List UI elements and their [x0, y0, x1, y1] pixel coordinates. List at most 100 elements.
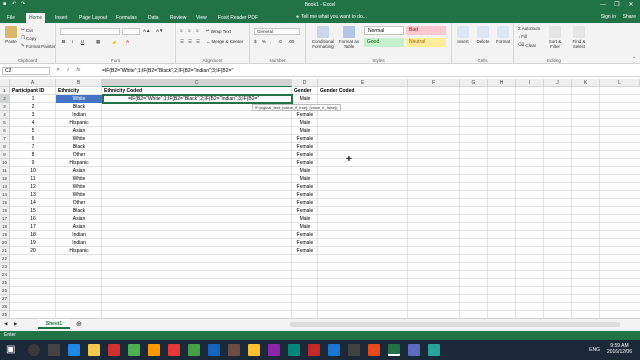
participant-id-cell[interactable]: 17 [10, 223, 56, 231]
tab-review[interactable]: Review [167, 13, 189, 23]
gender-cell[interactable]: Female [292, 111, 318, 119]
header-participant-id[interactable]: Participant ID [10, 87, 56, 95]
participant-id-cell[interactable]: 4 [10, 119, 56, 127]
ethnicity-cell[interactable]: Asian [56, 127, 102, 135]
row-header[interactable]: 15 [0, 199, 10, 207]
participant-id-cell[interactable]: 20 [10, 247, 56, 255]
formula-input[interactable]: =IF(B2="White";1;IF(B2="Black";2;IF(B2="… [102, 68, 233, 74]
column-header-c[interactable]: C [102, 79, 292, 87]
participant-id-cell[interactable]: 8 [10, 151, 56, 159]
insert-cells-button[interactable]: Insert [454, 26, 472, 44]
clock[interactable]: 9:59 AM 2016/12/06 [607, 343, 632, 355]
ethnicity-cell[interactable]: Hispanic [56, 159, 102, 167]
row-header[interactable]: 27 [0, 295, 10, 303]
style-good[interactable]: Good [364, 38, 404, 47]
editing-formula-text[interactable]: =IF(B2="White";1;IF(B2="Black";2;IF(B2="… [126, 95, 292, 103]
gender-cell[interactable]: Male [292, 95, 318, 103]
row-header[interactable]: 28 [0, 303, 10, 311]
ethnicity-cell[interactable]: Asian [56, 215, 102, 223]
row-header[interactable]: 10 [0, 159, 10, 167]
gender-cell[interactable]: Female [292, 159, 318, 167]
explorer-icon[interactable] [88, 344, 100, 356]
participant-id-cell[interactable]: 12 [10, 183, 56, 191]
shrink-font-icon[interactable]: A▼ [156, 28, 163, 33]
participant-id-cell[interactable]: 9 [10, 159, 56, 167]
ethnicity-cell[interactable]: Asian [56, 223, 102, 231]
start-icon[interactable]: ▣ [6, 344, 18, 356]
participant-id-cell[interactable]: 5 [10, 127, 56, 135]
row-header[interactable]: 5 [0, 119, 10, 127]
clear-button[interactable]: ⌫ Clear [518, 42, 536, 48]
gender-cell[interactable]: Male [292, 175, 318, 183]
number-format-combo[interactable]: General [254, 28, 300, 35]
row-header[interactable]: 19 [0, 231, 10, 239]
grow-font-icon[interactable]: A▲ [143, 28, 150, 33]
column-header-l[interactable]: L [600, 79, 640, 87]
gender-cell[interactable]: Female [292, 151, 318, 159]
gender-cell[interactable]: Female [292, 143, 318, 151]
tell-me-box[interactable]: ● Tell me what you want to do... [296, 14, 367, 20]
ethnicity-cell[interactable]: Black [56, 103, 102, 111]
header-gender[interactable]: Gender [292, 87, 318, 95]
close-icon[interactable]: ✕ [624, 0, 638, 10]
ethnicity-cell[interactable]: White [56, 95, 102, 103]
row-header[interactable]: 18 [0, 223, 10, 231]
ethnicity-cell[interactable]: Asian [56, 167, 102, 175]
minimize-icon[interactable]: — [596, 0, 610, 10]
participant-id-cell[interactable]: 1 [10, 95, 56, 103]
column-header-h[interactable]: H [488, 79, 516, 87]
participant-id-cell[interactable]: 10 [10, 167, 56, 175]
fill-color-icon[interactable]: ◢ [112, 39, 115, 45]
gender-cell[interactable]: Male [292, 119, 318, 127]
sheet-tab-sheet1[interactable]: Sheet1 [38, 319, 70, 329]
sort-filter-button[interactable]: Sort & Filter [544, 26, 566, 49]
participant-id-cell[interactable]: 15 [10, 207, 56, 215]
tab-data[interactable]: Data [145, 13, 162, 23]
ethnicity-cell[interactable]: Other [56, 151, 102, 159]
autosum-button[interactable]: Σ AutoSum [518, 26, 540, 31]
participant-id-cell[interactable]: 3 [10, 111, 56, 119]
gender-cell[interactable]: Female [292, 207, 318, 215]
row-header[interactable]: 7 [0, 135, 10, 143]
task-view-icon[interactable] [48, 344, 60, 356]
language-indicator[interactable]: ENG [589, 347, 600, 353]
currency-icon[interactable]: $ [254, 39, 257, 44]
gender-cell[interactable]: Male [292, 167, 318, 175]
row-header[interactable]: 25 [0, 279, 10, 287]
column-header-g[interactable]: G [460, 79, 488, 87]
sign-in-link[interactable]: Sign in [601, 14, 616, 20]
row-header[interactable]: 4 [0, 111, 10, 119]
app-icon-12[interactable] [328, 344, 340, 356]
row-header[interactable]: 2 [0, 95, 10, 103]
decrease-decimal-icon[interactable]: .00 [288, 39, 294, 44]
column-header-d[interactable]: D [292, 79, 318, 87]
column-header-j[interactable]: J [544, 79, 572, 87]
ethnicity-cell[interactable]: Hispanic [56, 247, 102, 255]
row-header[interactable]: 24 [0, 271, 10, 279]
app-icon-15[interactable] [408, 344, 420, 356]
row-header[interactable]: 14 [0, 191, 10, 199]
app-icon-16[interactable] [428, 344, 440, 356]
collapse-ribbon-icon[interactable]: ⌃ [632, 56, 636, 62]
align-top-icon[interactable]: ≡ [180, 28, 183, 33]
row-header[interactable]: 22 [0, 255, 10, 263]
prev-sheet-icon[interactable]: ◀ [4, 321, 7, 327]
percent-icon[interactable]: % [262, 39, 266, 44]
tab-foxit[interactable]: Foxit Reader PDF [215, 13, 261, 23]
app-icon-5[interactable] [188, 344, 200, 356]
participant-id-cell[interactable]: 7 [10, 143, 56, 151]
app-icon-2[interactable] [128, 344, 140, 356]
row-header[interactable]: 9 [0, 151, 10, 159]
tab-home[interactable]: Home [26, 13, 46, 23]
header-gender-coded[interactable]: Gender Coded [318, 87, 408, 95]
paste-button[interactable]: Paste [2, 26, 20, 44]
row-header[interactable]: 16 [0, 207, 10, 215]
participant-id-cell[interactable]: 2 [10, 103, 56, 111]
tab-file[interactable]: File [4, 13, 18, 23]
row-header[interactable]: 21 [0, 247, 10, 255]
align-left-icon[interactable]: ☰ [180, 39, 184, 45]
row-header[interactable]: 23 [0, 263, 10, 271]
excel-taskbar-icon[interactable] [388, 344, 400, 356]
style-bad[interactable]: Bad [406, 26, 446, 35]
align-middle-icon[interactable]: ≡ [188, 28, 191, 33]
